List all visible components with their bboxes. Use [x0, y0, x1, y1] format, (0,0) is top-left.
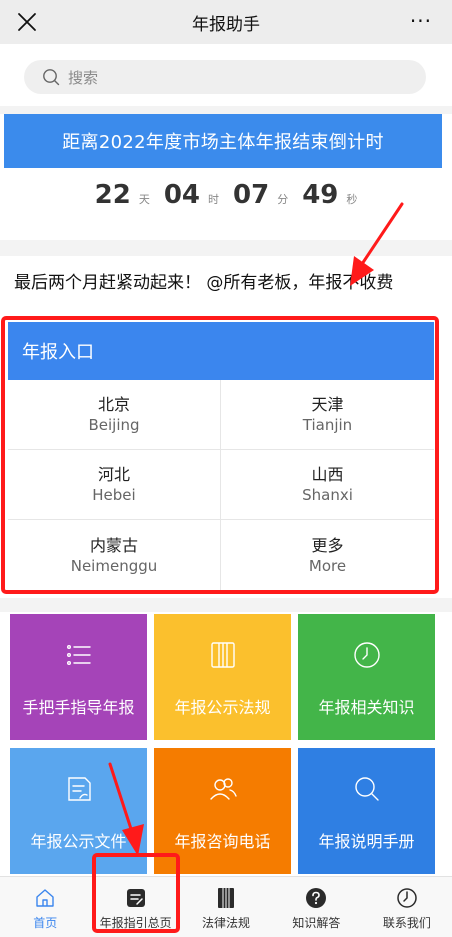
- region-name: 北京: [97, 395, 130, 414]
- tile-label: 手把手指导年报: [22, 698, 135, 717]
- region-pinyin: Beijing: [88, 416, 140, 434]
- search-icon: [354, 777, 379, 801]
- countdown-hours-unit: 时: [208, 193, 219, 206]
- tab-guide[interactable]: 年报指引总页: [90, 877, 180, 937]
- contact-clock-icon: [397, 888, 417, 908]
- region-name: 更多: [311, 535, 344, 555]
- tab-faq[interactable]: 知识解答: [271, 877, 361, 937]
- region-grid: 北京 Beijing 天津 Tianjin 河北 Hebei 山西 Shanxi…: [8, 380, 434, 590]
- search-input[interactable]: 搜索: [24, 60, 426, 94]
- region-pinyin: Neimenggu: [70, 556, 158, 575]
- tile-regulations[interactable]: 年报公示法规: [154, 614, 291, 740]
- countdown-minutes-unit: 分: [277, 193, 289, 206]
- region-beijing[interactable]: 北京 Beijing: [8, 380, 221, 450]
- close-icon[interactable]: [14, 9, 40, 35]
- countdown-timer: 22 天 04 时 07 分 49 秒: [0, 180, 452, 232]
- region-hebei[interactable]: 河北 Hebei: [8, 450, 221, 520]
- region-shanxi[interactable]: 山西 Shanxi: [221, 450, 434, 520]
- search-placeholder: 搜索: [68, 68, 99, 87]
- region-pinyin: Tianjin: [302, 416, 353, 434]
- countdown-hours: 04: [163, 180, 200, 210]
- notice-ticker: 最后两个月赶紧动起来！ @所有老板，年报不收费: [14, 273, 394, 293]
- countdown-banner: 距离2022年度市场主体年报结束倒计时: [4, 114, 442, 168]
- region-name: 内蒙古: [89, 535, 138, 555]
- region-pinyin: Hebei: [92, 486, 136, 504]
- tile-label: 年报说明手册: [318, 832, 415, 851]
- countdown-minutes: 07: [233, 180, 270, 210]
- list-icon: [66, 644, 91, 666]
- bottom-tab-bar: 首页 年报指引总页 法律法规 知识解答 联系我们: [0, 876, 452, 937]
- tab-label: 知识解答: [292, 916, 341, 930]
- page-title: 年报助手: [192, 14, 260, 35]
- region-name: 天津: [311, 395, 344, 414]
- divider: [0, 240, 452, 256]
- tile-guide[interactable]: 手把手指导年报: [10, 614, 147, 740]
- tab-home[interactable]: 首页: [0, 877, 90, 937]
- tab-contact[interactable]: 联系我们: [362, 877, 452, 937]
- tab-label: 年报指引总页: [99, 916, 172, 930]
- countdown-days: 22: [94, 180, 131, 210]
- tile-label: 年报公示文件: [30, 832, 127, 851]
- divider: [0, 598, 452, 612]
- region-neimenggu[interactable]: 内蒙古 Neimenggu: [8, 520, 221, 590]
- tile-knowledge[interactable]: 年报相关知识: [298, 614, 435, 740]
- mini-program-page: 年报助手 ··· 搜索 距离2022年度市场主体年报结束倒计时 22 天 04 …: [0, 0, 452, 937]
- tab-law[interactable]: 法律法规: [181, 877, 271, 937]
- book-icon: [210, 642, 235, 668]
- feature-tiles: 手把手指导年报 年报公示法规 年报相关知识 年报公示文件 年报咨询电话 年报说明…: [0, 612, 452, 874]
- contacts-icon: [209, 778, 237, 800]
- guide-icon: [126, 889, 145, 907]
- region-name: 山西: [311, 465, 344, 484]
- entry-panel-title: 年报入口: [8, 322, 434, 380]
- document-icon: [67, 777, 91, 801]
- annual-report-entry-panel: 年报入口 北京 Beijing 天津 Tianjin 河北 Hebei 山西 S…: [8, 322, 434, 590]
- tile-label: 年报咨询电话: [174, 832, 271, 851]
- region-name: 河北: [97, 465, 130, 484]
- search-icon: [43, 69, 60, 86]
- tile-hotline[interactable]: 年报咨询电话: [154, 748, 291, 874]
- tile-label: 年报相关知识: [318, 698, 415, 717]
- tab-label: 法律法规: [202, 916, 251, 930]
- tab-label: 首页: [33, 916, 58, 930]
- region-pinyin: Shanxi: [302, 486, 353, 504]
- tile-documents[interactable]: 年报公示文件: [10, 748, 147, 874]
- question-icon: [306, 888, 327, 908]
- tile-manual[interactable]: 年报说明手册: [298, 748, 435, 874]
- region-tianjin[interactable]: 天津 Tianjin: [221, 380, 434, 450]
- more-menu-button[interactable]: ···: [410, 11, 432, 31]
- tile-label: 年报公示法规: [174, 698, 271, 717]
- region-more[interactable]: 更多 More: [221, 520, 434, 590]
- divider: [0, 106, 452, 114]
- countdown-seconds: 49: [302, 180, 339, 210]
- clock-icon: [353, 642, 380, 668]
- countdown-days-unit: 天: [138, 193, 150, 206]
- countdown-seconds-unit: 秒: [346, 193, 358, 206]
- region-pinyin: More: [308, 556, 347, 575]
- home-icon: [36, 889, 54, 907]
- top-bar: 年报助手 ···: [0, 0, 452, 44]
- law-book-icon: [218, 888, 235, 908]
- search-area: 搜索: [0, 44, 452, 106]
- tab-label: 联系我们: [382, 916, 431, 930]
